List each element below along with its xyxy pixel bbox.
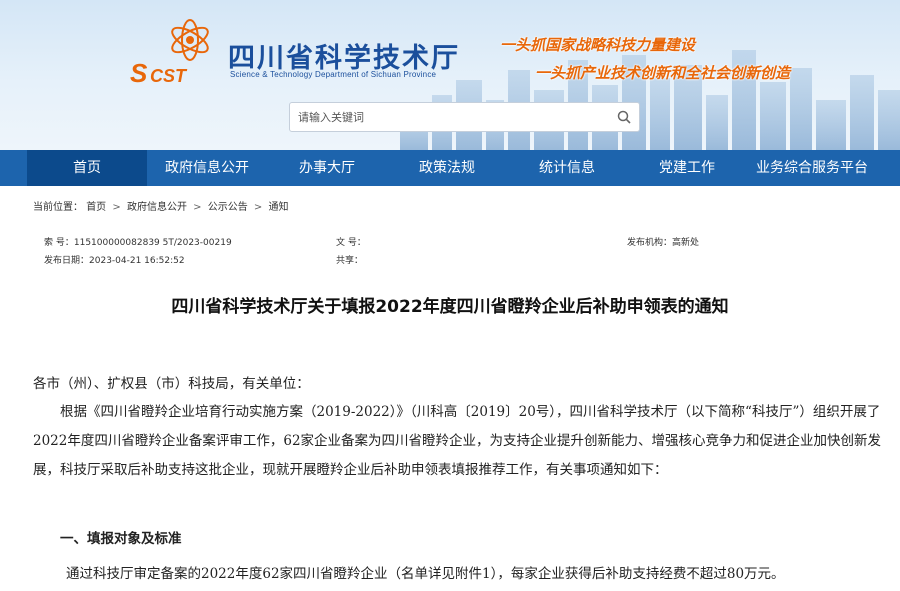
nav-item-statistics[interactable]: 统计信息 — [507, 150, 627, 186]
slogan-line-2: 一头抓产业技术创新和全社会创新创造 — [535, 64, 791, 82]
meta-index: 索 号：115100000082839 5T/2023-00219 — [44, 235, 232, 248]
breadcrumb-prefix: 当前位置： — [33, 202, 83, 213]
doc-salutation: 各市（州）、扩权县（市）科技局，有关单位： — [33, 376, 310, 392]
meta-publisher: 发布机构：高新处 — [627, 235, 699, 248]
scst-logo-mark: S CST — [130, 19, 209, 88]
breadcrumb: 当前位置： 首页 > 政府信息公开 > 公示公告 > 通知 — [33, 198, 288, 213]
slogan-line-1: 一头抓国家战略科技力量建设 — [500, 36, 696, 54]
meta-doc-no: 文 号： — [336, 235, 366, 248]
doc-paragraph-2: 通过科技厅审定备案的2022年度62家四川省瞪羚企业（名单详见附件1），每家企业… — [66, 566, 785, 582]
meta-publisher-value: 高新处 — [672, 238, 700, 248]
doc-heading-1: 一、填报对象及标准 — [60, 531, 182, 547]
meta-publisher-label: 发布机构： — [627, 238, 673, 248]
nav-item-home[interactable]: 首页 — [27, 150, 147, 186]
meta-share: 共享： — [336, 253, 363, 266]
site-subtitle: Science & Technology Department of Sichu… — [230, 70, 437, 79]
search-box — [289, 102, 640, 132]
meta-doc-no-label: 文 号： — [336, 238, 366, 248]
search-icon[interactable] — [617, 110, 631, 124]
meta-date: 发布日期：2023-04-21 16:52:52 — [44, 253, 185, 266]
site-logo[interactable]: S CST 四川省科学技术厅 Science & Technology Depa… — [128, 18, 488, 88]
nav-item-gov-info[interactable]: 政府信息公开 — [147, 150, 267, 186]
breadcrumb-link-gov-info[interactable]: 政府信息公开 — [127, 202, 187, 213]
breadcrumb-separator: > — [193, 202, 202, 213]
doc-paragraph-1: 根据《四川省瞪羚企业培育行动实施方案（2019-2022）》（川科高〔2019〕… — [33, 404, 882, 478]
breadcrumb-link-announcements[interactable]: 公示公告 — [208, 202, 248, 213]
meta-index-label: 索 号： — [44, 238, 74, 248]
site-header: S CST 四川省科学技术厅 Science & Technology Depa… — [0, 0, 900, 150]
nav-item-party[interactable]: 党建工作 — [627, 150, 747, 186]
nav-item-service-platform[interactable]: 业务综合服务平台 — [747, 150, 877, 186]
breadcrumb-link-home[interactable]: 首页 — [86, 202, 106, 213]
breadcrumb-separator: > — [112, 202, 121, 213]
meta-date-label: 发布日期： — [44, 256, 90, 266]
meta-date-value: 2023-04-21 16:52:52 — [89, 256, 185, 266]
main-nav: 首页 政府信息公开 办事大厅 政策法规 统计信息 党建工作 业务综合服务平台 — [0, 150, 900, 186]
svg-text:CST: CST — [150, 66, 188, 86]
svg-text:S: S — [130, 58, 148, 88]
breadcrumb-link-notice[interactable]: 通知 — [268, 202, 288, 213]
nav-item-service-hall[interactable]: 办事大厅 — [267, 150, 387, 186]
search-input[interactable] — [290, 103, 630, 131]
document-title: 四川省科学技术厅关于填报2022年度四川省瞪羚企业后补助申领表的通知 — [171, 297, 729, 317]
meta-share-label: 共享： — [336, 256, 364, 266]
meta-index-value: 115100000082839 5T/2023-00219 — [73, 238, 232, 248]
breadcrumb-separator: > — [253, 202, 263, 213]
nav-item-policies[interactable]: 政策法规 — [387, 150, 507, 186]
